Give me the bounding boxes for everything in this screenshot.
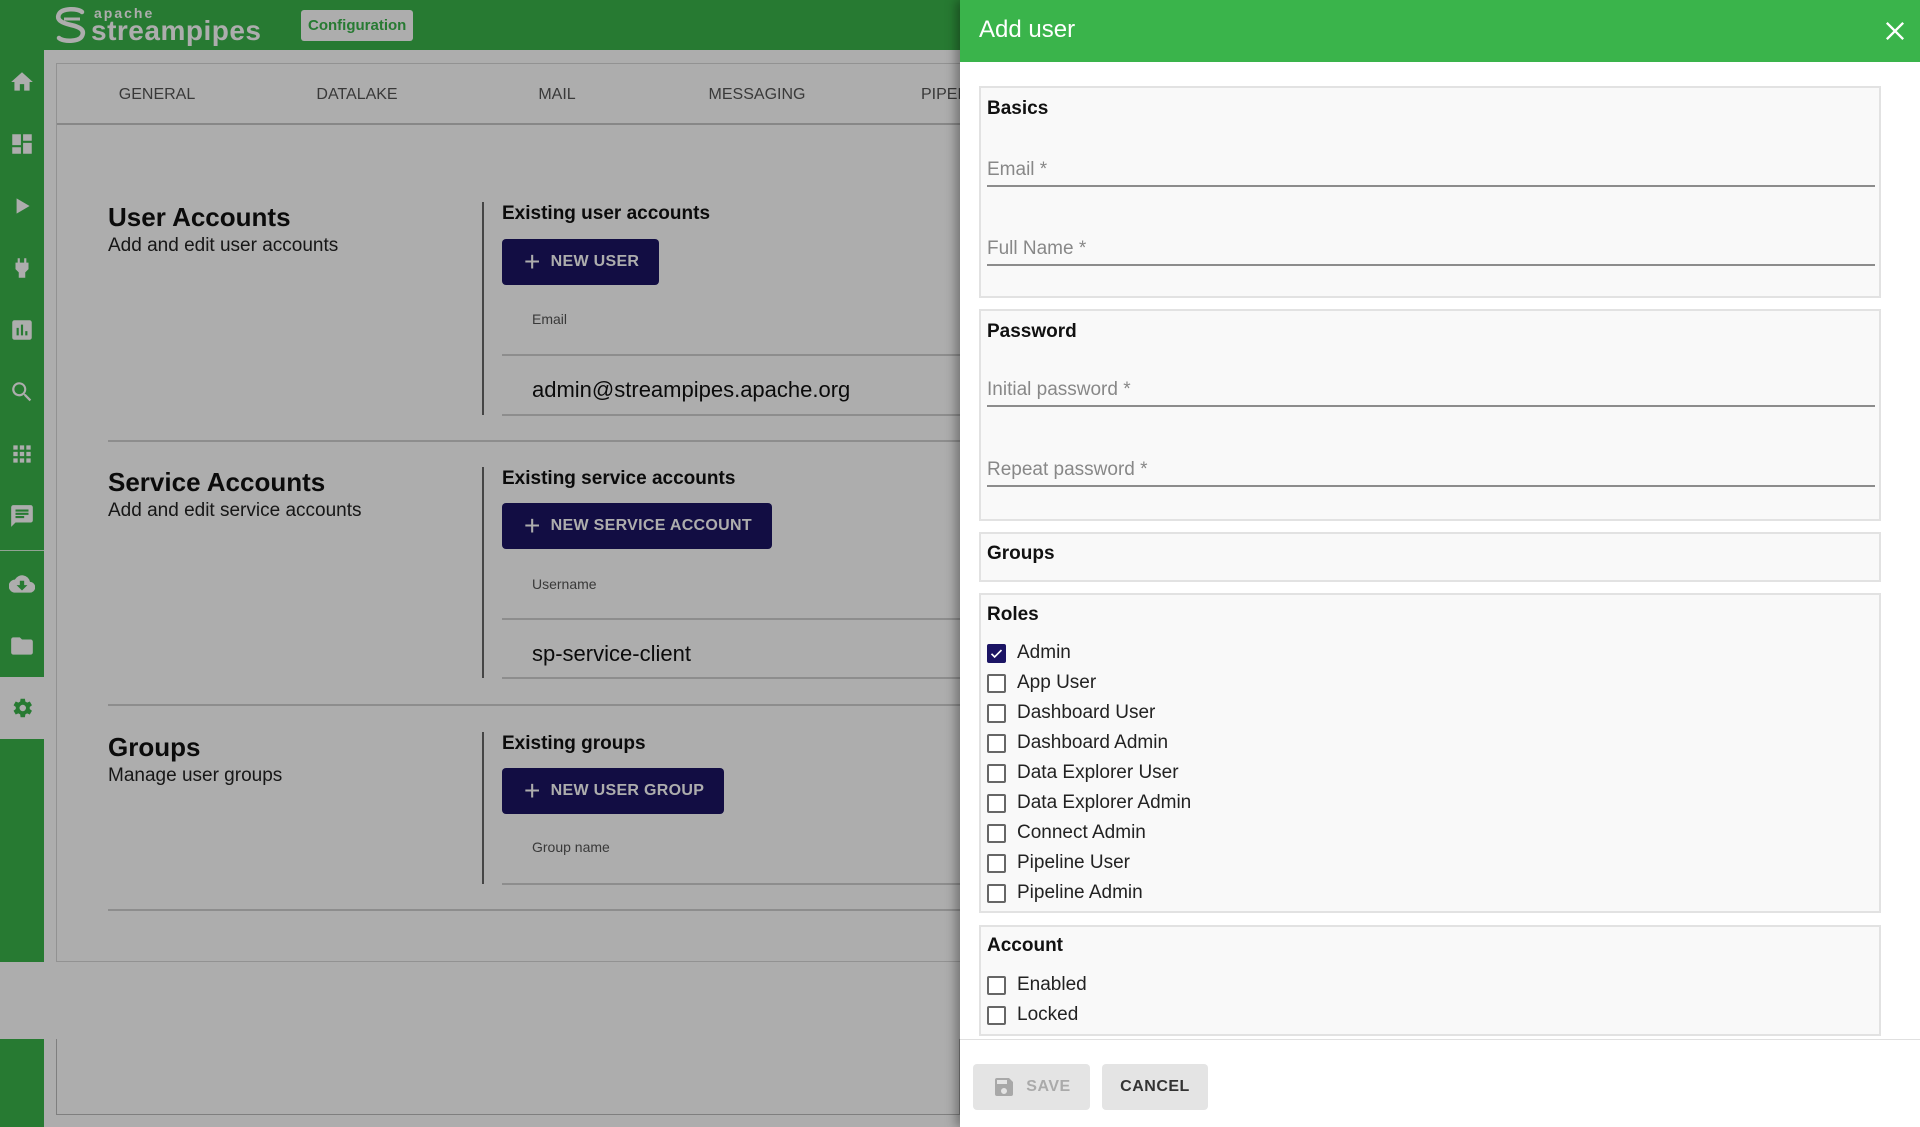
save-icon	[995, 1078, 1014, 1096]
repeat-password-field[interactable]	[987, 447, 1875, 487]
checkbox-label[interactable]: Enabled	[1017, 974, 1087, 996]
checkbox-label[interactable]: Connect Admin	[1017, 822, 1146, 844]
basics-title: Basics	[987, 98, 1049, 119]
checkbox-unchecked[interactable]	[987, 883, 1006, 903]
email-field[interactable]	[987, 147, 1875, 187]
checkbox-unchecked[interactable]	[987, 1005, 1006, 1025]
repeat-password-input[interactable]	[987, 459, 1875, 481]
groups-section-title: Groups	[987, 543, 1055, 564]
checkbox-unchecked[interactable]	[987, 853, 1006, 873]
checkbox-unchecked[interactable]	[987, 733, 1006, 753]
role-checkbox-row[interactable]: App User	[987, 670, 1096, 696]
role-checkbox-row[interactable]: Dashboard User	[987, 700, 1155, 726]
account-section: Account Enabled Locked	[979, 925, 1881, 1036]
checkbox-label[interactable]: Admin	[1017, 642, 1071, 664]
initial-password-field[interactable]	[987, 367, 1875, 407]
basics-section: Basics	[979, 86, 1881, 298]
checkbox-label[interactable]: Locked	[1017, 1004, 1078, 1026]
drawer-title: Add user	[979, 16, 1076, 43]
checkbox-unchecked[interactable]	[987, 703, 1006, 723]
checkbox-label[interactable]: App User	[1017, 672, 1096, 694]
password-section: Password	[979, 309, 1881, 521]
full-name-input[interactable]	[987, 238, 1875, 260]
role-checkbox-row[interactable]: Admin	[987, 640, 1071, 666]
account-checkbox-row[interactable]: Locked	[987, 1002, 1078, 1028]
initial-password-input[interactable]	[987, 379, 1875, 401]
checkbox-label[interactable]: Dashboard Admin	[1017, 732, 1168, 754]
save-label: SAVE	[1026, 1078, 1071, 1095]
checkbox-label[interactable]: Dashboard User	[1017, 702, 1155, 724]
close-button[interactable]	[1880, 16, 1910, 46]
close-icon	[1885, 21, 1905, 41]
roles-section: Roles Admin App User Dashboard User Dashboa…	[979, 593, 1881, 913]
checkbox-unchecked[interactable]	[987, 975, 1006, 995]
checkbox-unchecked[interactable]	[987, 673, 1006, 693]
role-checkbox-row[interactable]: Data Explorer Admin	[987, 790, 1191, 816]
modal-backdrop[interactable]	[0, 0, 960, 1127]
checkbox-label[interactable]: Data Explorer Admin	[1017, 792, 1191, 814]
checkbox-unchecked[interactable]	[987, 823, 1006, 843]
checkbox-label[interactable]: Pipeline User	[1017, 852, 1130, 874]
checkbox-unchecked[interactable]	[987, 763, 1006, 783]
email-input[interactable]	[987, 159, 1875, 181]
account-checkbox-row[interactable]: Enabled	[987, 972, 1087, 998]
password-title: Password	[987, 321, 1077, 342]
checkmark-icon	[990, 648, 1003, 658]
role-checkbox-row[interactable]: Pipeline Admin	[987, 880, 1143, 906]
role-checkbox-row[interactable]: Data Explorer User	[987, 760, 1179, 786]
roles-title: Roles	[987, 604, 1039, 625]
add-user-drawer: Add user Basics Password Groups Roles Ad…	[960, 0, 1920, 1127]
drawer-header: Add user	[960, 0, 1920, 62]
save-button[interactable]: SAVE	[973, 1064, 1090, 1110]
full-name-field[interactable]	[987, 226, 1875, 266]
cancel-button[interactable]: CANCEL	[1102, 1064, 1208, 1110]
checkbox-label[interactable]: Pipeline Admin	[1017, 882, 1143, 904]
groups-section: Groups	[979, 532, 1881, 582]
account-title: Account	[987, 935, 1063, 956]
role-checkbox-row[interactable]: Pipeline User	[987, 850, 1130, 876]
checkbox-label[interactable]: Data Explorer User	[1017, 762, 1179, 784]
drawer-footer-divider	[960, 1039, 1920, 1040]
role-checkbox-row[interactable]: Dashboard Admin	[987, 730, 1168, 756]
role-checkbox-row[interactable]: Connect Admin	[987, 820, 1146, 846]
checkbox-unchecked[interactable]	[987, 793, 1006, 813]
checkbox-checked[interactable]	[987, 643, 1006, 663]
